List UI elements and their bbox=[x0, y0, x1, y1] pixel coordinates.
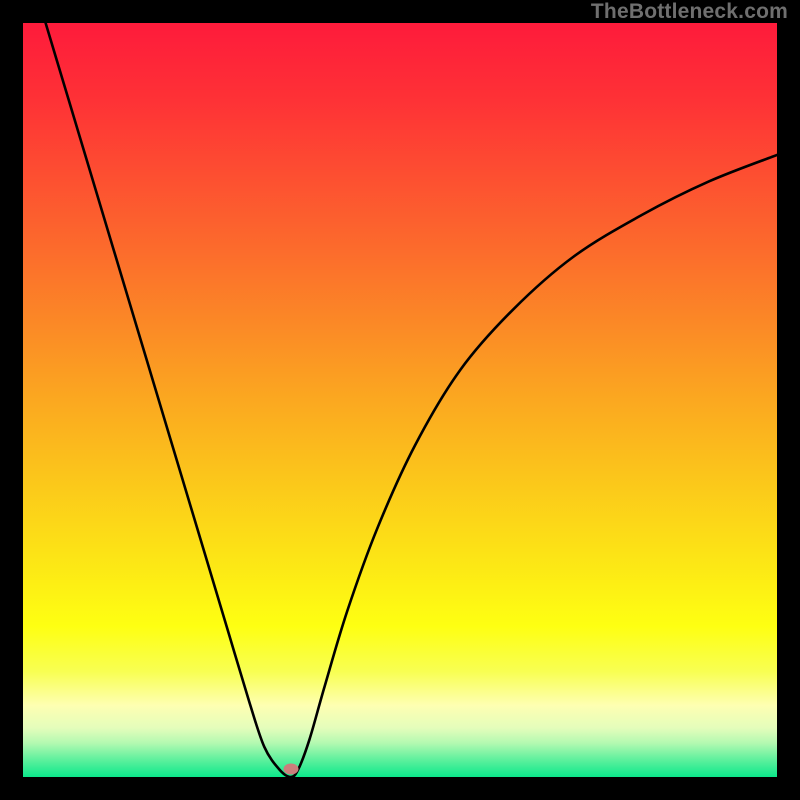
plot-area bbox=[23, 23, 777, 777]
watermark-text: TheBottleneck.com bbox=[591, 0, 788, 24]
bottleneck-curve bbox=[23, 23, 777, 777]
minimum-marker bbox=[283, 764, 298, 775]
chart-frame: TheBottleneck.com bbox=[0, 0, 800, 800]
